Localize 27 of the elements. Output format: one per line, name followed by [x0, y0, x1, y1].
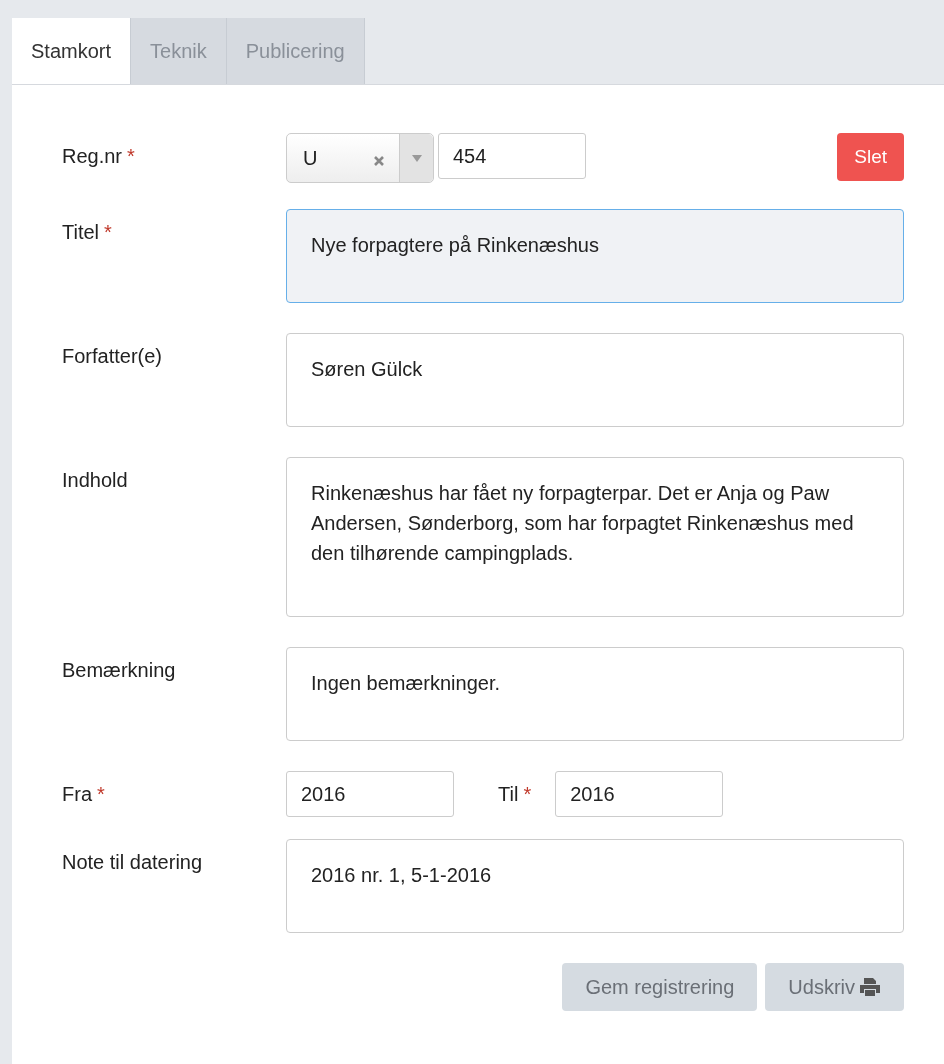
- text-field[interactable]: Nye forpagtere på Rinkenæshus: [286, 209, 904, 303]
- text-field[interactable]: Ingen bemærkninger.: [286, 647, 904, 741]
- text-field[interactable]: 2016 nr. 1, 5-1-2016: [286, 839, 904, 933]
- clear-icon[interactable]: [373, 155, 385, 167]
- year-field[interactable]: 2016: [555, 771, 724, 817]
- field-label: Reg.nr: [62, 145, 123, 167]
- field-label: Indhold: [62, 469, 128, 491]
- action-button[interactable]: Gem registrering: [562, 963, 758, 1011]
- text-field[interactable]: Rinkenæshus har fået ny forpagterpar. Det er Anja og Paw Andersen, Sønderborg, som har forpagtet Rinkenæshus med den tilhørende campingplads.: [286, 457, 904, 617]
- field-label: Fra: [62, 783, 92, 805]
- field-label: Til: [498, 783, 519, 805]
- action-button[interactable]: Udskriv: [765, 963, 904, 1011]
- required-mark: *: [97, 783, 105, 805]
- number-field[interactable]: 454: [438, 133, 586, 179]
- printer-icon: [859, 977, 881, 997]
- tab[interactable]: Stamkort: [12, 18, 132, 84]
- required-mark: *: [104, 221, 112, 243]
- field-label: Forfatter(e): [62, 345, 163, 367]
- year-field[interactable]: 2016: [286, 771, 454, 817]
- field-label: Bemærkning: [62, 659, 176, 681]
- caret-icon[interactable]: [411, 154, 422, 162]
- field-label: Titel: [62, 221, 100, 243]
- required-mark: *: [127, 145, 135, 167]
- required-mark: *: [523, 783, 532, 805]
- text-field[interactable]: Søren Gülck: [286, 333, 904, 427]
- field-label: Note til datering: [62, 851, 203, 873]
- prefix-select[interactable]: U: [286, 133, 434, 183]
